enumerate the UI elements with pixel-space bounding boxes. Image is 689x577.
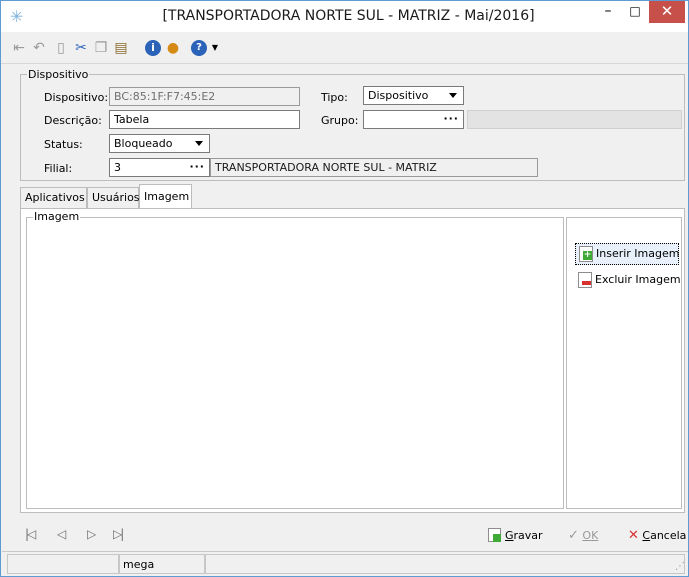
dispositivo-field[interactable]: BC:85:1F:F7:45:E2 bbox=[109, 87, 300, 106]
status-cell-3 bbox=[205, 554, 685, 574]
tab-usuarios[interactable]: Usuários bbox=[87, 187, 140, 208]
filial-field-value: 3 bbox=[114, 161, 121, 174]
filial-field[interactable]: 3 ··· bbox=[109, 158, 210, 177]
first-icon[interactable]: ⇤ bbox=[11, 40, 27, 56]
info-icon[interactable]: i bbox=[145, 40, 161, 56]
insert-image-icon: + bbox=[579, 246, 593, 262]
cancel-button[interactable]: ✕ Cancela bbox=[628, 528, 686, 543]
image-actions-panel: + Inserir Imagem Excluir Imagem bbox=[566, 217, 682, 509]
resize-grip-icon[interactable]: ⋰ bbox=[675, 562, 685, 572]
bottom-toolbar: |◁ ◁ ▷ ▷| Gravar ✓ OK ✕ Cancela bbox=[1, 514, 688, 550]
chevron-down-icon bbox=[449, 93, 457, 98]
status-select-value: Bloqueado bbox=[114, 137, 173, 150]
delete-image-icon bbox=[578, 272, 592, 288]
tab-imagem[interactable]: Imagem bbox=[139, 184, 192, 209]
check-icon: ✓ bbox=[568, 528, 579, 543]
status-user: mega bbox=[119, 554, 205, 574]
tipo-select[interactable]: Dispositivo bbox=[363, 86, 464, 105]
maximize-button[interactable]: □ bbox=[622, 1, 648, 23]
imagem-legend: Imagem bbox=[33, 210, 81, 223]
new-icon[interactable]: ▯ bbox=[53, 40, 69, 56]
status-bar: mega ⋰ bbox=[2, 551, 688, 575]
close-button[interactable]: ✕ bbox=[649, 1, 685, 23]
help-icon[interactable]: ? bbox=[191, 40, 207, 56]
first-record-icon[interactable]: |◁ bbox=[25, 527, 36, 541]
grupo-field[interactable]: ··· bbox=[363, 110, 464, 129]
window-title: [TRANSPORTADORA NORTE SUL - MATRIZ - Mai… bbox=[162, 8, 535, 24]
grupo-description bbox=[467, 110, 682, 129]
filial-name-field: TRANSPORTADORA NORTE SUL - MATRIZ bbox=[210, 158, 538, 177]
cancel-icon: ✕ bbox=[628, 528, 639, 543]
gravar-button[interactable]: Gravar bbox=[488, 528, 543, 542]
imagem-panel: Imagem + Inserir Imagem Excluir Imagem bbox=[20, 208, 685, 513]
last-record-icon[interactable]: ▷| bbox=[113, 527, 124, 541]
back-icon[interactable]: ↶ bbox=[31, 40, 47, 56]
grupo-label: Grupo: bbox=[321, 114, 359, 127]
title-bar: ✳ [TRANSPORTADORA NORTE SUL - MATRIZ - M… bbox=[1, 1, 688, 32]
prev-record-icon[interactable]: ◁ bbox=[57, 527, 66, 541]
insert-image-label: Inserir Imagem bbox=[596, 247, 680, 260]
insert-image-button[interactable]: + Inserir Imagem bbox=[575, 243, 679, 265]
help-dropdown-icon[interactable]: ▼ bbox=[207, 40, 223, 56]
filial-label: Filial: bbox=[44, 162, 73, 175]
dispositivo-group: Dispositivo Dispositivo: BC:85:1F:F7:45:… bbox=[20, 68, 685, 181]
save-icon bbox=[488, 528, 501, 542]
dispositivo-legend: Dispositivo bbox=[27, 68, 90, 81]
tipo-label: Tipo: bbox=[321, 91, 348, 104]
minimize-button[interactable]: – bbox=[595, 1, 621, 23]
next-record-icon[interactable]: ▷ bbox=[87, 527, 96, 541]
status-select[interactable]: Bloqueado bbox=[109, 134, 210, 153]
dispositivo-label: Dispositivo: bbox=[44, 91, 109, 104]
image-frame: Imagem bbox=[26, 210, 564, 509]
paste-icon[interactable]: ▤ bbox=[113, 40, 129, 56]
chevron-down-icon bbox=[195, 141, 203, 146]
cut-icon[interactable]: ✂ bbox=[73, 40, 89, 56]
copy-icon[interactable]: ❐ bbox=[93, 40, 109, 56]
filial-lookup-button[interactable]: ··· bbox=[189, 160, 205, 173]
tipo-select-value: Dispositivo bbox=[368, 89, 429, 102]
delete-image-label: Excluir Imagem bbox=[595, 273, 681, 286]
status-label: Status: bbox=[44, 138, 83, 151]
descricao-field[interactable]: Tabela bbox=[109, 110, 300, 129]
tab-aplicativos[interactable]: Aplicativos bbox=[20, 187, 87, 208]
status-cell-1 bbox=[7, 554, 119, 574]
user-icon[interactable]: ● bbox=[165, 40, 181, 56]
grupo-lookup-button[interactable]: ··· bbox=[443, 112, 459, 125]
toolbar: ⇤ ↶ ▯ ✂ ❐ ▤ i ● ? ▼ bbox=[1, 32, 688, 64]
descricao-label: Descrição: bbox=[44, 114, 102, 127]
app-window: ✳ [TRANSPORTADORA NORTE SUL - MATRIZ - M… bbox=[0, 0, 689, 577]
ok-button[interactable]: ✓ OK bbox=[568, 528, 598, 543]
delete-image-button[interactable]: Excluir Imagem bbox=[575, 270, 681, 292]
